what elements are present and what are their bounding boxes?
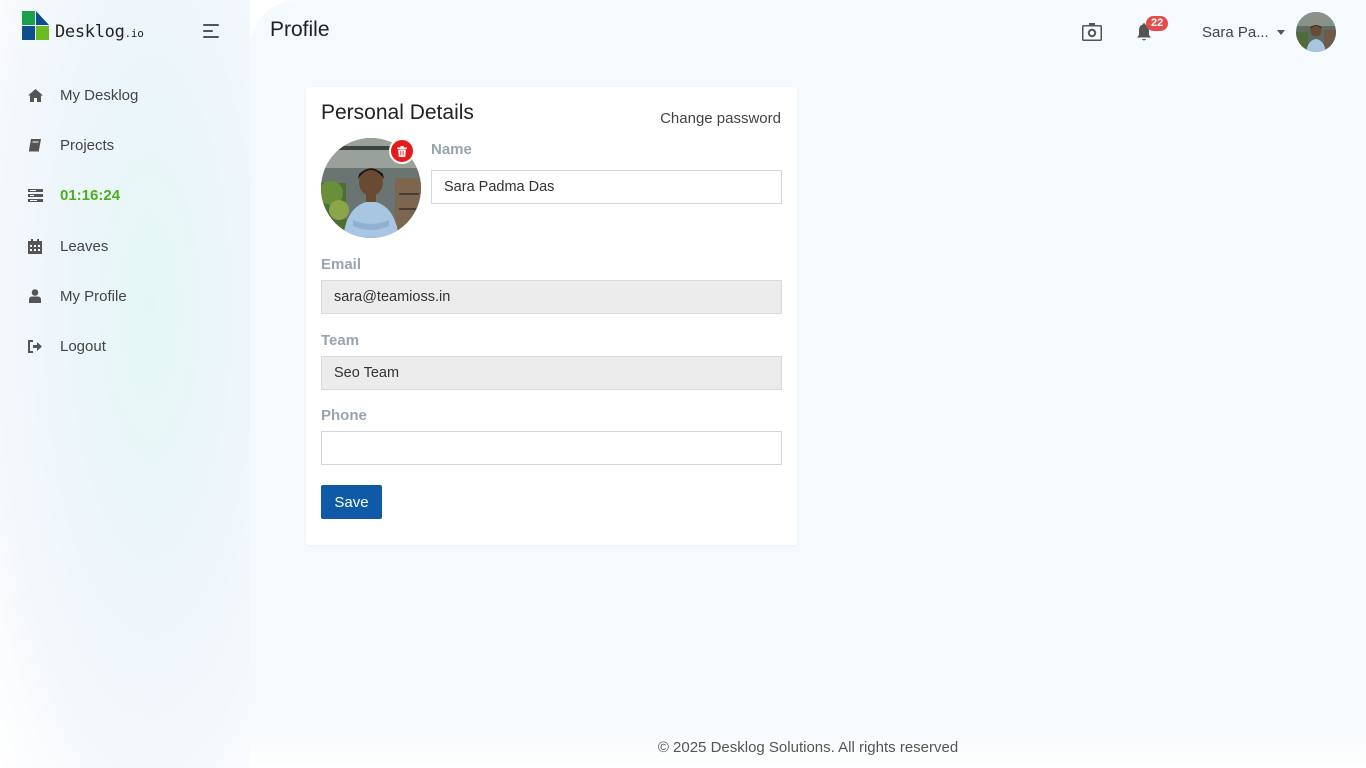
sidebar-item-timer[interactable]: 01:16:24	[0, 175, 250, 215]
sidebar-item-logout[interactable]: Logout	[0, 326, 250, 366]
email-label: Email	[321, 256, 362, 273]
logo-suffix: .io	[124, 27, 144, 40]
trash-icon	[397, 145, 407, 157]
phone-field[interactable]	[321, 431, 782, 465]
phone-label: Phone	[321, 407, 367, 424]
copyright-text: © 2025 Desklog Solutions. All rights res…	[657, 739, 959, 756]
name-field[interactable]	[431, 170, 782, 204]
sidebar-item-label: Leaves	[60, 237, 109, 255]
sidebar-item-label: My Desklog	[60, 86, 139, 104]
sidebar-item-leaves[interactable]: Leaves	[0, 226, 250, 266]
user-menu-name[interactable]: Sara Pa...	[1202, 24, 1269, 41]
timer-list-icon	[27, 187, 43, 203]
logo-mark-icon	[22, 11, 50, 41]
logo-text: Desklog.io	[55, 22, 144, 42]
team-label: Team	[321, 332, 360, 349]
home-icon	[27, 87, 43, 103]
menu-toggle-icon[interactable]	[203, 24, 219, 38]
screenshot-camera-icon[interactable]	[1082, 23, 1102, 41]
book-icon	[27, 137, 43, 153]
logo-name: Desklog	[55, 22, 125, 42]
logout-icon	[27, 338, 43, 354]
timer-display: 01:16:24	[60, 186, 121, 204]
sidebar-item-my-desklog[interactable]: My Desklog	[0, 75, 250, 115]
sidebar-item-label: Projects	[60, 136, 115, 154]
delete-photo-button[interactable]	[389, 138, 415, 164]
sidebar-item-projects[interactable]: Projects	[0, 125, 250, 165]
calendar-icon	[27, 238, 43, 254]
change-password-link[interactable]: Change password	[660, 110, 781, 127]
card-title: Personal Details	[321, 101, 474, 124]
chevron-down-icon[interactable]	[1277, 30, 1285, 35]
page-title: Profile	[270, 18, 330, 41]
user-icon	[27, 288, 43, 304]
save-button[interactable]: Save	[321, 485, 382, 519]
logo[interactable]: Desklog.io	[22, 11, 144, 42]
notification-count-badge: 22	[1146, 16, 1169, 31]
team-field[interactable]	[321, 356, 782, 390]
sidebar-item-label: My Profile	[60, 287, 127, 305]
name-label: Name	[431, 141, 472, 158]
footer: © 2025 Desklog Solutions. All rights res…	[250, 722, 1366, 768]
personal-details-card: Personal Details Change password Name Sa…	[306, 87, 797, 545]
avatar[interactable]	[1296, 12, 1336, 52]
email-field[interactable]	[321, 280, 782, 314]
main-content: Profile 22 Sara Pa... Personal Details C…	[250, 0, 1366, 768]
sidebar-item-label: Logout	[60, 337, 106, 355]
sidebar: Desklog.io My Desklog Projects 01:16:24	[0, 0, 250, 768]
sidebar-item-my-profile[interactable]: My Profile	[0, 276, 250, 316]
